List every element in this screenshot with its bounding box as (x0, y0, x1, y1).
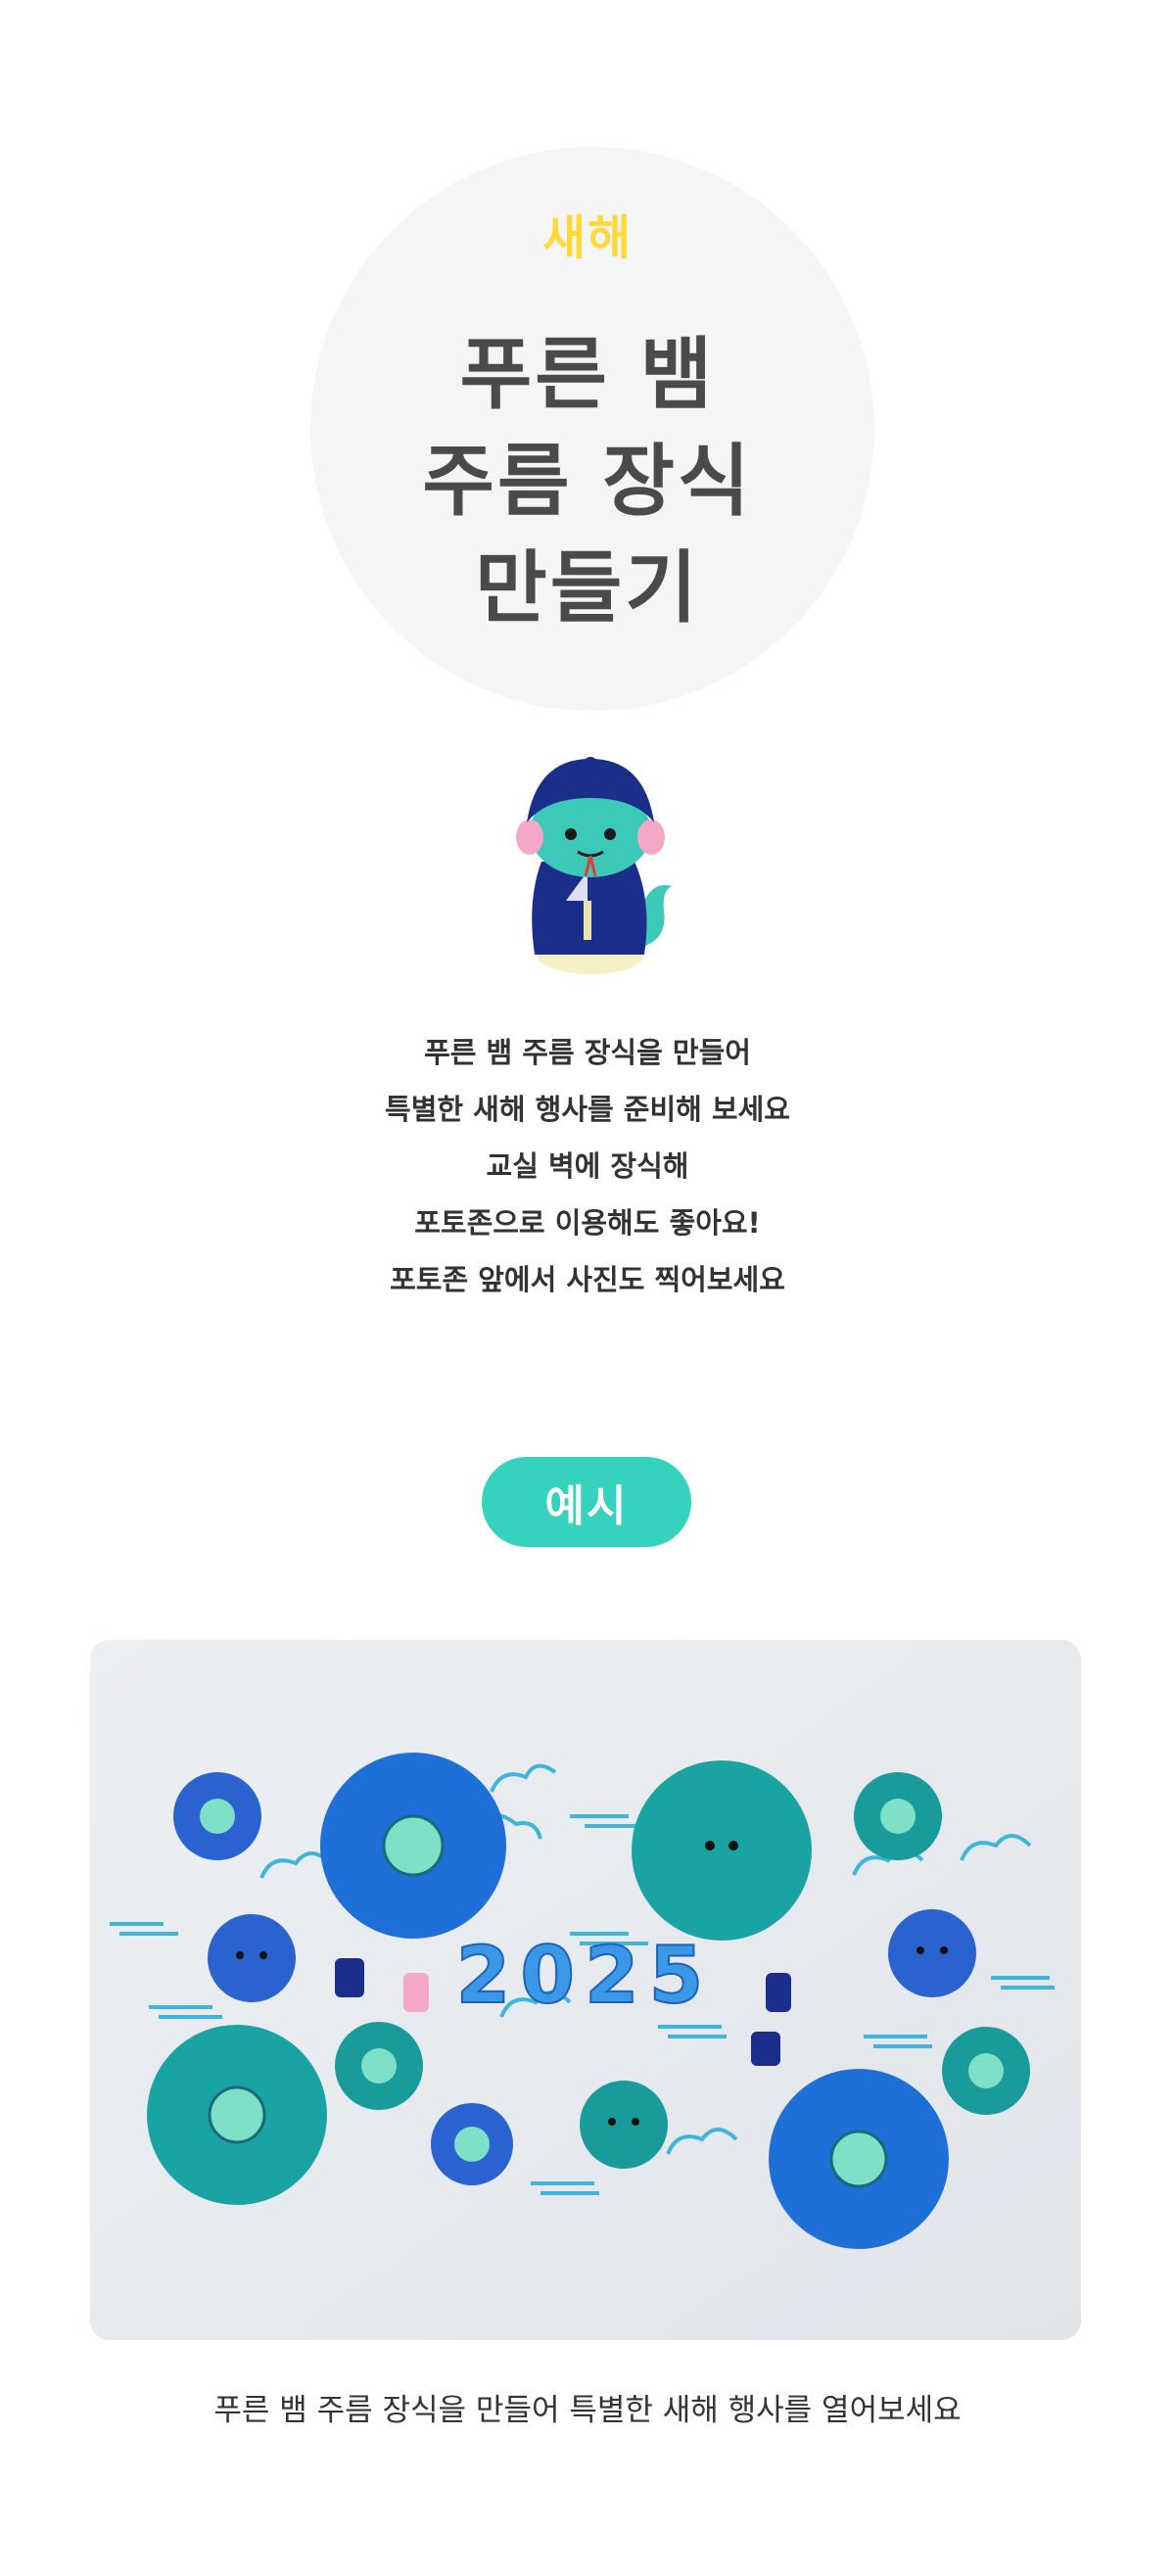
intro-line-4: 포토존으로 이용해도 좋아요! (414, 1206, 761, 1240)
intro-line-3: 교실 벽에 장식해 (486, 1149, 689, 1183)
example-photo-illustration: 2025 (90, 1640, 1081, 2340)
example-photo: 2025 (90, 1640, 1081, 2340)
eyebrow-label: 새해 (541, 211, 634, 265)
intro-line-2: 특별한 새해 행사를 준비해 보세요 (385, 1093, 790, 1126)
snake-mascot-illustration (516, 757, 672, 974)
intro-line-5: 포토존 앞에서 사진도 찍어보세요 (390, 1263, 785, 1296)
title-line-1: 푸른 뱀 (459, 329, 716, 420)
example-badge: 예시 (482, 1457, 691, 1547)
title-line-3: 만들기 (475, 542, 700, 633)
year-decoration: 2025 (456, 1930, 714, 2021)
title-line-2: 주름 장식 (422, 436, 753, 527)
photo-caption: 푸른 뱀 주름 장식을 만들어 특별한 새해 행사를 열어보세요 (213, 2393, 962, 2428)
intro-line-1: 푸른 뱀 주름 장식을 만들어 (424, 1036, 751, 1069)
